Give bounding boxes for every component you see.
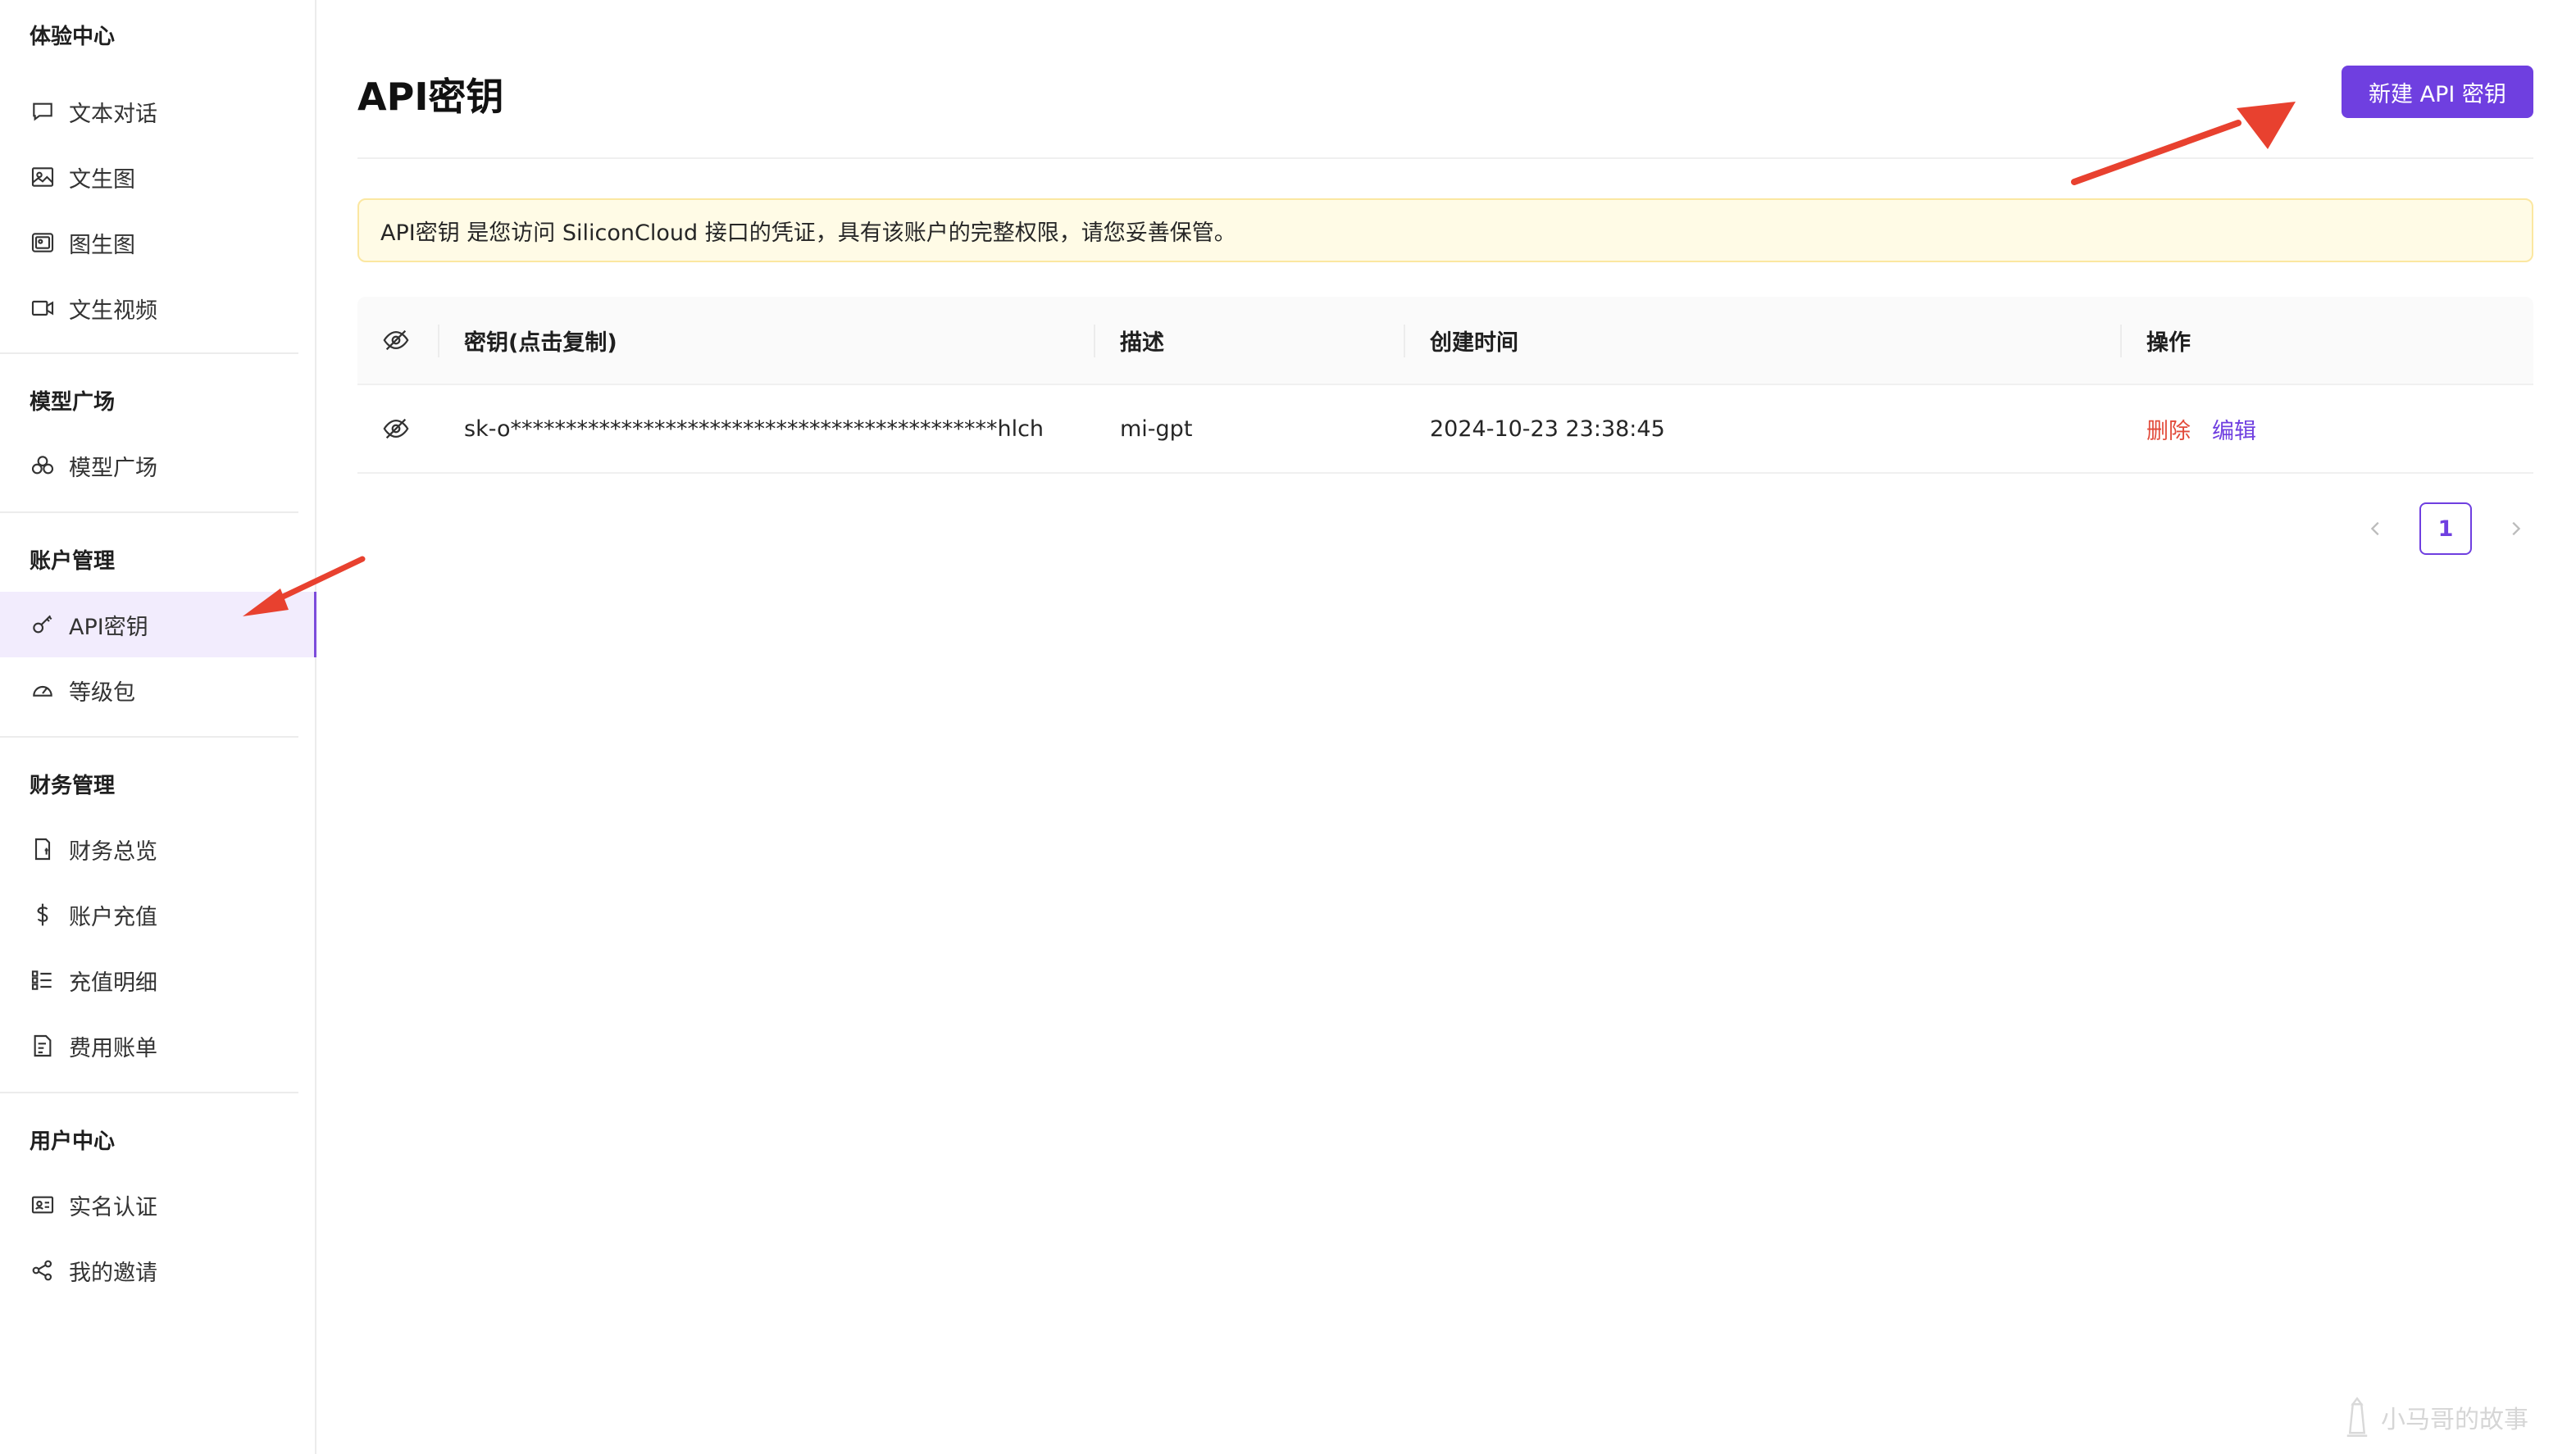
bill-icon (30, 1033, 56, 1059)
sidebar-item-model-plaza[interactable]: 模型广场 (0, 433, 315, 498)
column-header-description: 描述 (1094, 297, 1404, 384)
sidebar-item-label: 我的邀请 (69, 1260, 157, 1286)
table-row: sk-o************************************… (357, 385, 2533, 474)
chevron-right-icon (2512, 521, 2521, 536)
sidebar-item-text-chat[interactable]: 文本对话 (0, 79, 315, 144)
watermark-text: 小马哥的故事 (2381, 1406, 2528, 1434)
sidebar-divider (0, 1092, 298, 1093)
sidebar-divider (0, 736, 298, 738)
sidebar: 体验中心 文本对话 文生图 图生图 文生视频 模型广场 模型广场 账户管理 AP… (0, 0, 316, 1454)
sidebar-item-label: 图生图 (69, 232, 135, 258)
notice-text: API密钥 是您访问 SiliconCloud 接口的凭证，具有该账户的完整权限… (380, 220, 1236, 246)
list-icon (30, 967, 56, 993)
api-key-value[interactable]: sk-o************************************… (438, 385, 1094, 472)
sidebar-divider (0, 352, 298, 354)
section-title-experience: 体验中心 (30, 25, 116, 49)
share-icon (30, 1257, 56, 1284)
row-actions: 删除 编辑 (2120, 385, 2533, 472)
header-divider (357, 157, 2533, 159)
finance-icon (30, 836, 56, 862)
pagination: 1 (2358, 502, 2533, 556)
column-header-created-time: 创建时间 (1404, 297, 2120, 384)
sidebar-item-text-to-video[interactable]: 文生视频 (0, 275, 315, 341)
eye-off-icon (383, 329, 409, 351)
toggle-all-visibility[interactable] (357, 297, 438, 384)
sidebar-item-level-package[interactable]: 等级包 (0, 657, 315, 723)
sidebar-item-label: 模型广场 (69, 455, 157, 481)
chat-icon (30, 98, 56, 125)
sidebar-item-api-keys[interactable]: API密钥 (0, 592, 316, 657)
edit-link[interactable]: 编辑 (2212, 413, 2256, 445)
new-api-key-button[interactable]: 新建 API 密钥 (2342, 66, 2533, 118)
models-icon (30, 452, 56, 479)
sidebar-item-billing[interactable]: 费用账单 (0, 1013, 315, 1079)
delete-link[interactable]: 删除 (2146, 413, 2191, 445)
table-header-row: 密钥(点击复制) 描述 创建时间 操作 (357, 297, 2533, 385)
sidebar-item-invitations[interactable]: 我的邀请 (0, 1238, 315, 1303)
page-title: API密钥 (357, 75, 504, 119)
sidebar-item-label: 费用账单 (69, 1035, 157, 1061)
lighthouse-icon (2346, 1397, 2368, 1437)
dollar-icon (30, 902, 56, 928)
sidebar-item-label: 文本对话 (69, 101, 157, 127)
page-number-current[interactable]: 1 (2419, 502, 2472, 555)
sidebar-item-label: 账户充值 (69, 904, 157, 930)
chevron-left-icon (2370, 521, 2379, 536)
sidebar-item-image-to-image[interactable]: 图生图 (0, 210, 315, 275)
toggle-key-visibility[interactable] (357, 385, 438, 472)
sidebar-item-real-name[interactable]: 实名认证 (0, 1172, 315, 1238)
api-keys-table: 密钥(点击复制) 描述 创建时间 操作 sk-o****************… (357, 297, 2533, 474)
main-content: API密钥 新建 API 密钥 API密钥 是您访问 SiliconCloud … (318, 0, 2576, 1454)
images-icon (30, 229, 56, 256)
section-title-finance: 财务管理 (30, 774, 116, 798)
sidebar-item-label: 充值明细 (69, 970, 157, 996)
key-icon (30, 611, 56, 638)
watermark: 小马哥的故事 (2340, 1395, 2528, 1439)
sidebar-item-label: 等级包 (69, 679, 135, 706)
sidebar-item-label: API密钥 (69, 614, 148, 640)
key-created-time: 2024-10-23 23:38:45 (1430, 416, 1665, 442)
column-header-actions: 操作 (2120, 297, 2533, 384)
column-header-key: 密钥(点击复制) (438, 297, 1094, 384)
sidebar-item-label: 文生图 (69, 166, 135, 193)
app-root: 体验中心 文本对话 文生图 图生图 文生视频 模型广场 模型广场 账户管理 AP… (0, 0, 2576, 1454)
eye-off-icon (383, 418, 409, 439)
key-description: mi-gpt (1120, 416, 1193, 442)
image-icon (30, 164, 56, 190)
next-page-button[interactable] (2497, 511, 2533, 547)
sidebar-item-label: 实名认证 (69, 1194, 157, 1220)
sidebar-item-finance-overview[interactable]: 财务总览 (0, 816, 315, 882)
gauge-icon (30, 677, 56, 703)
video-icon (30, 295, 56, 321)
id-card-icon (30, 1192, 56, 1218)
sidebar-item-label: 财务总览 (69, 838, 157, 865)
sidebar-item-recharge[interactable]: 账户充值 (0, 882, 315, 947)
sidebar-item-recharge-details[interactable]: 充值明细 (0, 947, 315, 1013)
prev-page-button[interactable] (2358, 511, 2394, 547)
sidebar-item-label: 文生视频 (69, 298, 157, 324)
section-title-models: 模型广场 (30, 390, 116, 415)
section-title-user: 用户中心 (30, 1129, 116, 1154)
notice-banner: API密钥 是您访问 SiliconCloud 接口的凭证，具有该账户的完整权限… (357, 198, 2533, 262)
sidebar-item-text-to-image[interactable]: 文生图 (0, 144, 315, 210)
section-title-account: 账户管理 (30, 549, 116, 574)
sidebar-divider (0, 511, 298, 513)
